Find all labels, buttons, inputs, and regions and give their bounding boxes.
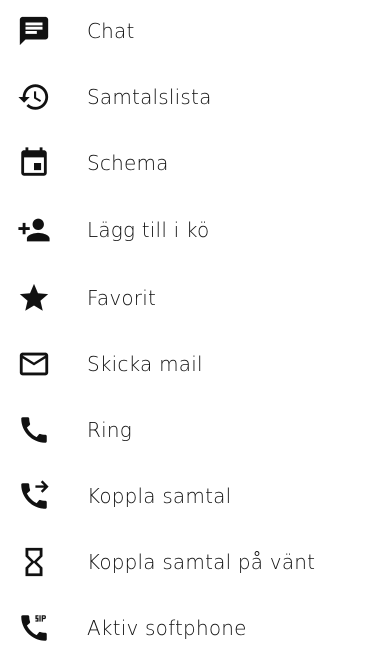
menu-item-send-mail[interactable]: Skicka mail xyxy=(0,340,369,388)
menu-item-label: Ring xyxy=(87,418,132,442)
menu-item-label: Lägg till i kö xyxy=(87,218,210,242)
menu-item-label: Koppla samtal xyxy=(87,484,232,508)
context-menu: Chat Samtalslista Schema Lägg till i kö … xyxy=(0,0,369,656)
menu-item-transfer-on-hold[interactable]: Koppla samtal på vänt xyxy=(0,538,369,586)
menu-item-label: Skicka mail xyxy=(87,352,203,376)
menu-item-label: Aktiv softphone xyxy=(87,616,247,640)
mail-icon xyxy=(12,342,56,386)
menu-item-label: Schema xyxy=(87,151,169,175)
chat-icon xyxy=(12,9,56,53)
hourglass-icon xyxy=(12,540,56,584)
star-icon xyxy=(12,276,56,320)
calendar-icon xyxy=(12,141,56,185)
menu-item-label: Samtalslista xyxy=(87,85,212,109)
menu-item-label: Chat xyxy=(87,19,135,43)
phone-forward-icon xyxy=(12,474,56,518)
menu-item-schedule[interactable]: Schema xyxy=(0,139,369,187)
menu-item-chat[interactable]: Chat xyxy=(0,7,369,55)
menu-item-softphone[interactable]: Aktiv softphone xyxy=(0,604,369,652)
history-icon xyxy=(12,75,56,119)
menu-item-favorite[interactable]: Favorit xyxy=(0,274,369,322)
menu-item-call[interactable]: Ring xyxy=(0,406,369,454)
menu-item-add-to-queue[interactable]: Lägg till i kö xyxy=(0,206,369,254)
sip-phone-icon xyxy=(12,606,56,650)
menu-item-call-list[interactable]: Samtalslista xyxy=(0,73,369,121)
menu-item-label: Favorit xyxy=(87,286,157,310)
menu-item-transfer-call[interactable]: Koppla samtal xyxy=(0,472,369,520)
person-add-icon xyxy=(12,208,56,252)
menu-item-label: Koppla samtal på vänt xyxy=(87,550,316,574)
phone-icon xyxy=(12,408,56,452)
